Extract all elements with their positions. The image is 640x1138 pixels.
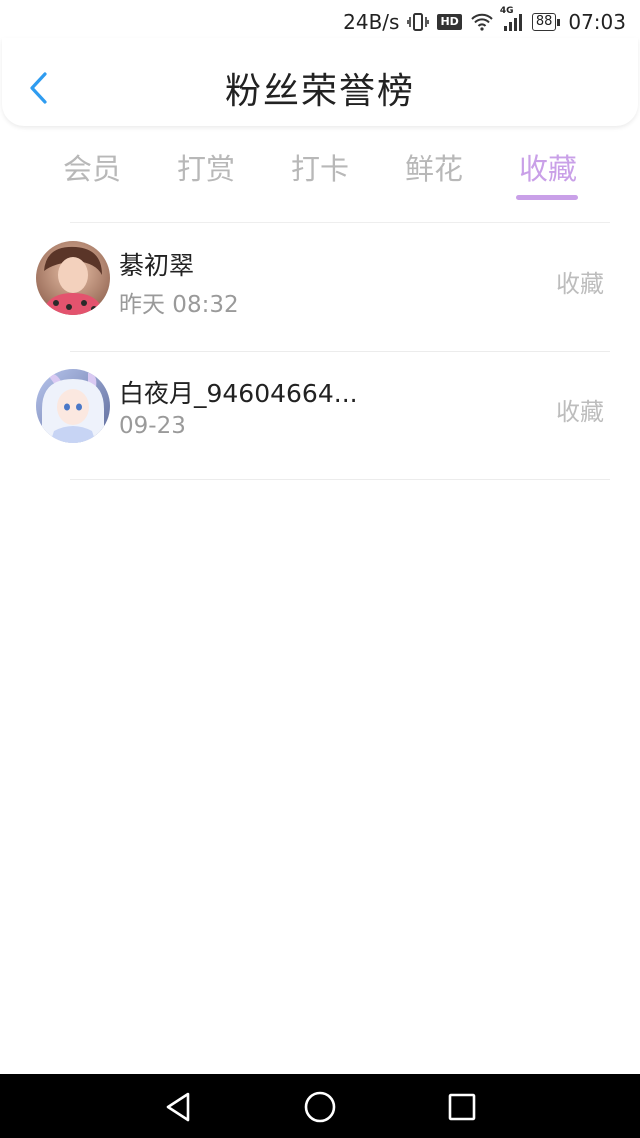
signal-icon: 4G bbox=[500, 6, 524, 32]
avatar[interactable] bbox=[36, 369, 110, 443]
triangle-back-icon bbox=[166, 1092, 190, 1122]
divider bbox=[70, 222, 610, 223]
avatar[interactable] bbox=[36, 241, 110, 315]
divider bbox=[70, 479, 610, 480]
fan-time: 09-23 bbox=[119, 413, 186, 439]
tab-checkin[interactable]: 打卡 bbox=[280, 146, 360, 188]
wifi-icon bbox=[470, 13, 494, 31]
tab-flowers[interactable]: 鲜花 bbox=[394, 146, 474, 188]
network-speed: 24B/s bbox=[343, 10, 400, 34]
hd-icon: HD bbox=[437, 14, 462, 30]
clock: 07:03 bbox=[568, 10, 626, 34]
square-recents-icon bbox=[448, 1093, 476, 1121]
fan-name: 白夜月_94604664... bbox=[119, 379, 358, 408]
tab-member[interactable]: 会员 bbox=[52, 146, 132, 188]
battery-icon: 88 bbox=[531, 13, 561, 31]
vibrate-icon bbox=[407, 12, 430, 32]
fan-time: 昨天 08:32 bbox=[119, 292, 239, 318]
fan-name: 綦初翠 bbox=[119, 251, 195, 280]
fan-action-label: 收藏 bbox=[556, 270, 604, 298]
network-type: 4G bbox=[499, 6, 514, 16]
list-item[interactable]: 綦初翠 昨天 08:32 收藏 bbox=[0, 224, 640, 352]
page-title: 粉丝荣誉榜 bbox=[224, 71, 415, 112]
fan-action-label: 收藏 bbox=[556, 398, 604, 426]
tab-favorite[interactable]: 收藏 bbox=[508, 146, 588, 188]
navigation-bar bbox=[0, 1074, 640, 1138]
nav-recents-button[interactable] bbox=[442, 1088, 482, 1126]
tab-bar: 会员 打赏 打卡 鲜花 收藏 bbox=[0, 140, 640, 204]
list-item[interactable]: 白夜月_94604664... 09-23 收藏 bbox=[0, 352, 640, 480]
active-tab-indicator bbox=[516, 195, 578, 200]
nav-home-button[interactable] bbox=[300, 1088, 340, 1126]
nav-back-button[interactable] bbox=[158, 1088, 198, 1126]
tab-reward[interactable]: 打赏 bbox=[166, 146, 246, 188]
battery-level: 88 bbox=[531, 13, 557, 31]
circle-home-icon bbox=[304, 1091, 336, 1123]
top-header: 粉丝荣誉榜 bbox=[2, 38, 638, 126]
fan-list: 綦初翠 昨天 08:32 收藏 白夜月_94604664... 09-23 收藏 bbox=[0, 224, 640, 480]
